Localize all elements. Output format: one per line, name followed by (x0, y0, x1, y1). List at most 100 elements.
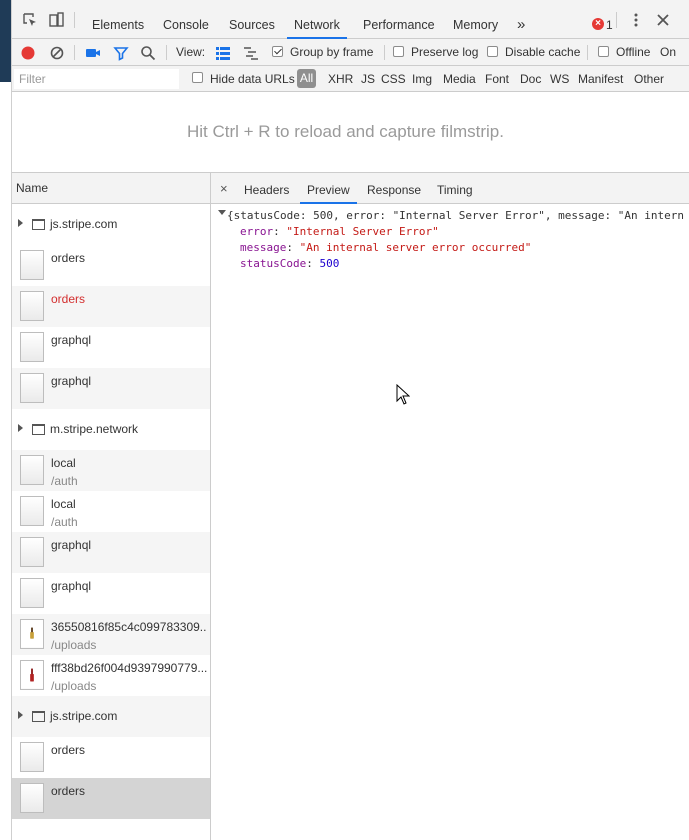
request-name: graphql (51, 333, 92, 347)
request-name: 36550816f85c4c099783309... (51, 620, 207, 634)
clear-icon[interactable] (49, 45, 65, 61)
request-row[interactable]: orders (12, 737, 210, 778)
frame-icon (32, 219, 45, 230)
request-row[interactable]: orders (12, 778, 210, 819)
filter-all-button[interactable]: All (297, 69, 316, 88)
filter-font-button[interactable]: Font (485, 72, 509, 86)
filter-doc-button[interactable]: Doc (520, 72, 541, 86)
filmstrip-area: Hit Ctrl + R to reload and capture films… (12, 92, 689, 173)
inspect-element-icon[interactable] (22, 12, 38, 28)
request-row[interactable]: local /auth (12, 491, 210, 532)
request-name: graphql (51, 538, 92, 552)
error-icon[interactable]: × (592, 18, 604, 30)
close-devtools-icon[interactable] (655, 12, 671, 28)
tab-response[interactable]: Response (367, 173, 421, 204)
tab-timing[interactable]: Timing (437, 173, 473, 204)
request-row[interactable]: orders (12, 286, 210, 327)
offline-label[interactable]: Offline (616, 45, 650, 59)
request-row[interactable]: graphql (12, 532, 210, 573)
toolbar-separator (166, 45, 167, 60)
more-tabs-chevron-icon[interactable]: » (517, 0, 525, 39)
request-name: graphql (51, 579, 92, 593)
screenshot-camera-icon[interactable] (85, 45, 101, 61)
json-summary[interactable]: {statusCode: 500, error: "Internal Serve… (227, 208, 684, 224)
frame-group-row[interactable]: js.stripe.com (12, 204, 210, 245)
document-icon (20, 496, 44, 526)
group-by-frame-checkbox[interactable] (272, 46, 283, 57)
document-icon (20, 537, 44, 567)
document-icon (20, 742, 44, 772)
main-tab-bar: Elements Console Sources Network Perform… (12, 0, 689, 39)
request-row[interactable]: graphql (12, 573, 210, 614)
search-icon[interactable] (140, 45, 156, 61)
tab-performance[interactable]: Performance (363, 0, 435, 39)
device-toolbar-icon[interactable] (48, 12, 64, 28)
filter-bar: Hide data URLs All XHR JS CSS Img Media … (12, 66, 689, 92)
frame-group-row[interactable]: m.stripe.network (12, 409, 210, 450)
online-throttle-select[interactable]: On (660, 45, 676, 59)
expand-triangle-icon[interactable] (18, 219, 23, 227)
close-details-icon[interactable]: × (220, 182, 228, 195)
collapse-triangle-icon[interactable] (218, 210, 226, 215)
preserve-log-label[interactable]: Preserve log (411, 45, 478, 59)
hide-data-urls-label[interactable]: Hide data URLs (210, 72, 295, 86)
request-row[interactable]: fff38bd26f004d9397990779... /uploads (12, 655, 210, 696)
json-key: error (240, 225, 274, 238)
json-number-value: 500 (319, 257, 340, 270)
offline-checkbox[interactable] (598, 46, 609, 57)
frame-group-row[interactable]: js.stripe.com (12, 696, 210, 737)
filter-ws-button[interactable]: WS (550, 72, 569, 86)
view-label: View: (176, 45, 206, 59)
filter-media-button[interactable]: Media (443, 72, 476, 86)
request-name: orders (51, 251, 86, 265)
json-string-value: "Internal Server Error" (286, 225, 439, 238)
frame-group-label: js.stripe.com (50, 709, 118, 723)
tab-network[interactable]: Network (287, 0, 347, 39)
filter-input[interactable] (14, 69, 179, 89)
tab-headers[interactable]: Headers (244, 173, 289, 204)
request-name: fff38bd26f004d9397990779... (51, 661, 207, 675)
frame-group-label: js.stripe.com (50, 217, 118, 231)
filter-img-button[interactable]: Img (412, 72, 432, 86)
frame-icon (32, 711, 45, 722)
tab-console[interactable]: Console (163, 0, 209, 39)
error-count[interactable]: 1 (606, 18, 613, 32)
tab-memory[interactable]: Memory (453, 0, 498, 39)
preserve-log-checkbox[interactable] (393, 46, 404, 57)
tab-sources[interactable]: Sources (229, 0, 275, 39)
filter-other-button[interactable]: Other (634, 72, 664, 86)
request-details-panel: × Headers Preview Response Timing {statu… (211, 173, 689, 840)
expand-triangle-icon[interactable] (18, 711, 23, 719)
request-row[interactable]: orders (12, 245, 210, 286)
tab-elements[interactable]: Elements (92, 0, 144, 39)
request-row[interactable]: local /auth (12, 450, 210, 491)
tab-preview[interactable]: Preview (300, 173, 357, 204)
large-rows-icon[interactable] (215, 45, 231, 61)
record-icon[interactable] (20, 45, 36, 61)
disable-cache-checkbox[interactable] (487, 46, 498, 57)
document-icon (20, 578, 44, 608)
request-row[interactable]: graphql (12, 368, 210, 409)
frame-group-label: m.stripe.network (50, 422, 139, 436)
kebab-menu-icon[interactable] (628, 12, 644, 28)
waterfall-overview-icon[interactable] (243, 45, 259, 61)
request-row[interactable]: 36550816f85c4c099783309... /uploads (12, 614, 210, 655)
filter-js-button[interactable]: JS (361, 72, 375, 86)
filter-css-button[interactable]: CSS (381, 72, 406, 86)
hide-data-urls-checkbox[interactable] (192, 72, 203, 83)
json-key: statusCode (240, 257, 307, 270)
filter-xhr-button[interactable]: XHR (328, 72, 353, 86)
name-column-header[interactable]: Name (12, 173, 210, 204)
request-name: local (51, 497, 76, 511)
group-by-frame-label[interactable]: Group by frame (290, 45, 373, 59)
disable-cache-label[interactable]: Disable cache (505, 45, 580, 59)
filter-funnel-icon[interactable] (113, 45, 129, 61)
page-sliver (0, 0, 11, 82)
request-name: graphql (51, 374, 92, 388)
filter-manifest-button[interactable]: Manifest (578, 72, 623, 86)
details-tab-bar: × Headers Preview Response Timing (211, 173, 689, 204)
request-row[interactable]: graphql (12, 327, 210, 368)
mouse-cursor-icon (396, 384, 410, 405)
request-path: /auth (51, 515, 78, 529)
expand-triangle-icon[interactable] (18, 424, 23, 432)
